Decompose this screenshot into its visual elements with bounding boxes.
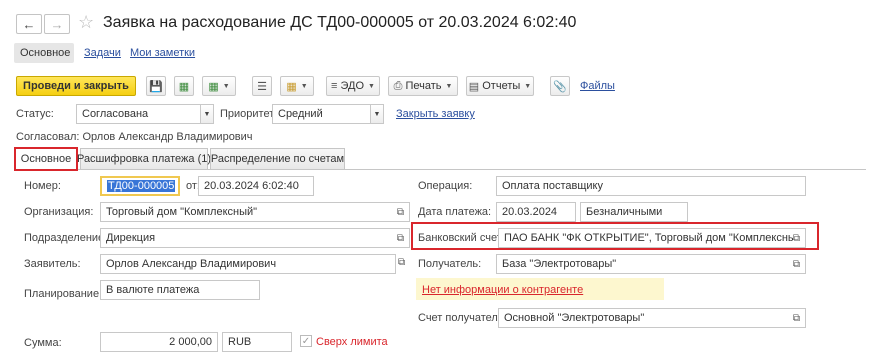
recipient-label: Получатель: xyxy=(418,258,482,270)
priority-dropdown[interactable]: ▼ xyxy=(370,104,384,124)
edo-button[interactable]: ≡ ЭДО ▼ xyxy=(326,76,380,96)
print-label: Печать xyxy=(405,80,442,92)
planning-label: Планирование: xyxy=(24,288,103,300)
date-field[interactable]: 20.03.2024 6:02:40 xyxy=(198,176,314,196)
recipient-account-label: Счет получателя: xyxy=(418,312,507,324)
back-button[interactable]: ← xyxy=(16,14,42,34)
chevron-down-icon: ▼ xyxy=(222,82,230,90)
floppy-icon: 💾 xyxy=(149,80,163,93)
edo-label: ЭДО xyxy=(340,80,365,92)
attach-button[interactable]: 📎 xyxy=(550,76,570,96)
create-based-icon: ▦ xyxy=(208,80,219,93)
status-label: Статус: xyxy=(16,108,54,120)
recipient-account-field[interactable]: Основной "Электротовары" ⧉ xyxy=(498,308,806,328)
page-title: Заявка на расходование ДС ТД00-000005 от… xyxy=(103,14,577,31)
tab-notes[interactable]: Мои заметки xyxy=(130,47,195,59)
sum-label: Сумма: xyxy=(24,337,62,349)
star-icon[interactable]: ☆ xyxy=(78,12,94,33)
structure-button[interactable]: ▦ ▼ xyxy=(280,76,314,96)
applicant-field[interactable]: Орлов Александр Владимирович xyxy=(100,254,396,274)
recipient-value: База "Электротовары" xyxy=(502,258,617,270)
department-field[interactable]: Дирекция ⧉ xyxy=(100,228,410,248)
open-icon[interactable]: ⧉ xyxy=(793,233,800,244)
post-document-icon: ▦ xyxy=(178,80,190,93)
save-button[interactable]: 💾 xyxy=(146,76,166,96)
chevron-down-icon: ▼ xyxy=(445,82,453,90)
priority-field[interactable]: Средний xyxy=(272,104,372,124)
payment-type-field[interactable]: Безналичными xyxy=(580,202,688,222)
bank-account-value: ПАО БАНК "ФК ОТКРЫТИЕ", Торговый дом "Ко… xyxy=(504,232,793,244)
tab-tasks[interactable]: Задачи xyxy=(84,47,121,59)
recipient-account-value: Основной "Электротовары" xyxy=(504,312,645,324)
open-icon[interactable]: ⧉ xyxy=(793,313,800,324)
journal-button[interactable]: ☰ xyxy=(252,76,272,96)
tab-payment-details[interactable]: Расшифровка платежа (1) xyxy=(77,148,211,169)
files-link[interactable]: Файлы xyxy=(580,80,615,92)
number-label: Номер: xyxy=(24,180,61,192)
open-icon[interactable]: ⧉ xyxy=(397,233,404,244)
chevron-down-icon: ▼ xyxy=(524,82,532,90)
post-and-close-button[interactable]: Проведи и закрыть xyxy=(16,76,136,96)
create-based-on-button[interactable]: ▦ ▼ xyxy=(202,76,236,96)
chevron-down-icon: ▼ xyxy=(373,110,381,118)
status-dropdown[interactable]: ▼ xyxy=(200,104,214,124)
organization-field[interactable]: Торговый дом "Комплексный" ⧉ xyxy=(100,202,410,222)
status-field[interactable]: Согласована xyxy=(76,104,202,124)
organization-value: Торговый дом "Комплексный" xyxy=(106,206,258,218)
close-request-link[interactable]: Закрыть заявку xyxy=(396,108,475,120)
tab-account-distribution[interactable]: Распределение по счетам xyxy=(210,148,345,169)
open-icon[interactable]: ⧉ xyxy=(793,259,800,270)
chevron-down-icon: ▼ xyxy=(203,110,211,118)
tabs-divider xyxy=(14,169,866,170)
reports-button[interactable]: ▤ Отчеты ▼ xyxy=(466,76,534,96)
over-limit-checkbox[interactable]: ✓ xyxy=(300,335,312,347)
department-value: Дирекция xyxy=(106,232,156,244)
no-contractor-info-link[interactable]: Нет информации о контрагенте xyxy=(422,284,583,296)
report-icon: ▤ xyxy=(468,80,480,93)
payment-date-field[interactable]: 20.03.2024 xyxy=(496,202,576,222)
over-limit-label: Сверх лимита xyxy=(316,336,388,348)
number-value: ТД00-000005 xyxy=(107,180,176,192)
bank-account-label: Банковский счет: xyxy=(418,232,505,244)
sum-field[interactable]: 2 000,00 xyxy=(100,332,218,352)
document-icon: ▦ xyxy=(286,80,297,93)
currency-field[interactable]: RUB xyxy=(222,332,292,352)
post-button[interactable]: ▦ xyxy=(174,76,194,96)
forward-button[interactable]: → xyxy=(44,14,70,34)
bank-account-field[interactable]: ПАО БАНК "ФК ОТКРЫТИЕ", Торговый дом "Ко… xyxy=(498,228,806,248)
arrow-right-icon: → xyxy=(50,16,64,32)
list-icon: ☰ xyxy=(257,80,267,93)
payment-date-label: Дата платежа: xyxy=(418,206,492,218)
open-icon[interactable]: ⧉ xyxy=(398,257,405,268)
operation-field[interactable]: Оплата поставщику xyxy=(496,176,806,196)
number-field[interactable]: ТД00-000005 xyxy=(100,176,180,196)
printer-icon: ⎙ xyxy=(393,79,403,92)
department-label: Подразделение: xyxy=(24,232,108,244)
chevron-down-icon: ▼ xyxy=(300,82,308,90)
open-icon[interactable]: ⧉ xyxy=(397,207,404,218)
tab-main-top-label: Основное xyxy=(20,47,71,59)
operation-label: Операция: xyxy=(418,180,473,192)
planning-field[interactable]: В валюте платежа xyxy=(100,280,260,300)
organization-label: Организация: xyxy=(24,206,94,218)
chevron-down-icon: ▼ xyxy=(368,82,375,90)
print-button[interactable]: ⎙ Печать ▼ xyxy=(388,76,458,96)
priority-label: Приоритет: xyxy=(220,108,278,120)
recipient-field[interactable]: База "Электротовары" ⧉ xyxy=(496,254,806,274)
reports-label: Отчеты xyxy=(482,80,521,92)
applicant-label: Заявитель: xyxy=(24,258,81,270)
tab-main[interactable]: Основное xyxy=(14,147,78,171)
approved-by: Согласовал: Орлов Александр Владимирович xyxy=(16,131,253,143)
paperclip-icon: 📎 xyxy=(553,80,567,93)
arrow-left-icon: ← xyxy=(22,16,36,32)
edo-icon: ≡ xyxy=(331,80,338,92)
